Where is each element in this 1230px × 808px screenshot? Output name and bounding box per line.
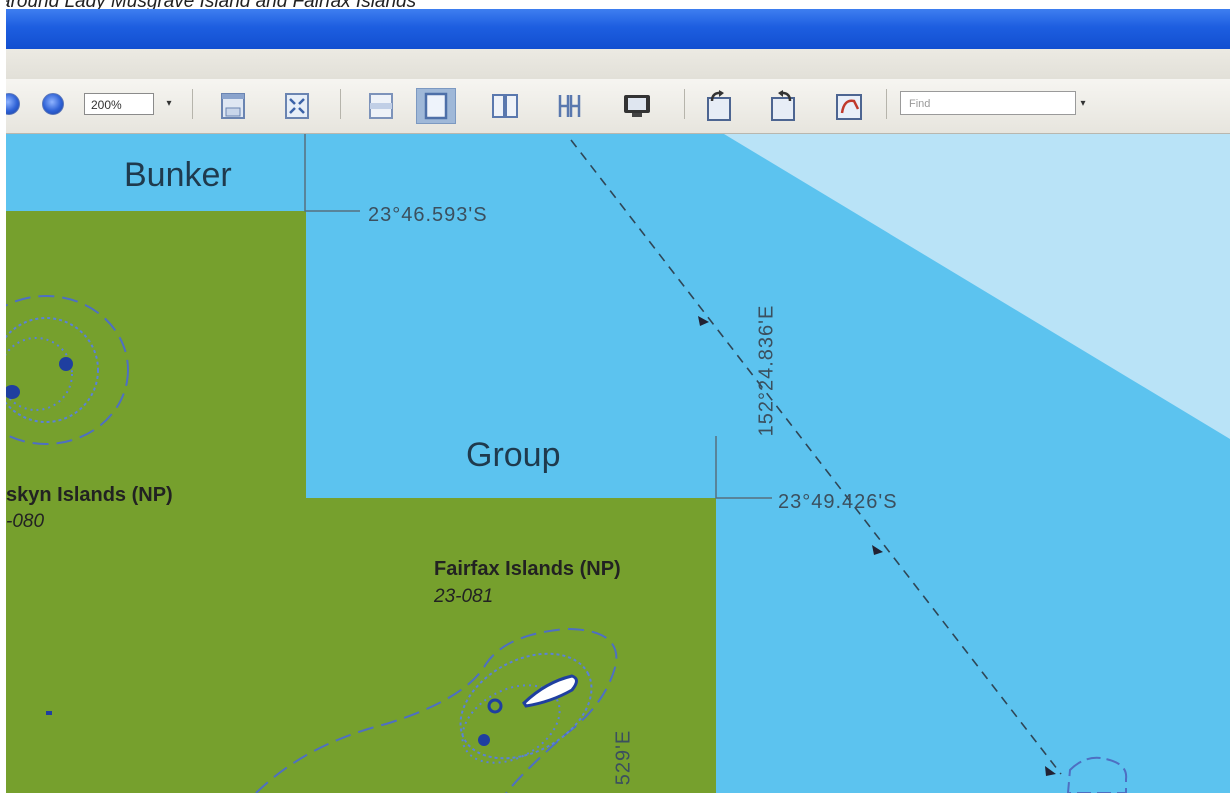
- latitude-label: 23°46.593'S: [368, 204, 488, 226]
- island-name-hoskyn: skyn Islands (NP): [6, 484, 173, 506]
- toolbar-separator: [340, 89, 341, 119]
- title-bar: [6, 9, 1230, 49]
- island-code-fairfax: 23-081: [434, 586, 494, 607]
- fit-window-icon[interactable]: [282, 91, 312, 121]
- actual-size-icon[interactable]: [366, 91, 396, 121]
- map-view: Bunker Group 23°46.593'S 23°49.426'S 152…: [6, 134, 1230, 793]
- toolbar-separator: [886, 89, 887, 119]
- island-dot: [59, 357, 73, 371]
- menu-bar: [6, 49, 1230, 79]
- island-dot: [46, 711, 52, 715]
- zoom-in-icon[interactable]: [42, 93, 64, 115]
- island-dot: [478, 734, 490, 746]
- window-left-edge: [0, 0, 6, 793]
- zoom-dropdown-arrow-icon[interactable]: ▾: [162, 93, 176, 115]
- latitude-label: 23°49.426'S: [778, 491, 898, 513]
- toolbar-separator: [192, 89, 193, 119]
- continuous-facing-icon[interactable]: [554, 91, 584, 121]
- rotate-right-icon[interactable]: [766, 89, 796, 121]
- zoom-level-field[interactable]: 200%: [84, 93, 154, 115]
- longitude-label: 152°24.836'E: [755, 304, 778, 437]
- find-input[interactable]: Find: [900, 91, 1076, 115]
- toolbar-separator: [684, 89, 685, 119]
- single-page-view-icon[interactable]: [416, 88, 456, 124]
- viewer-toolbar: 200% ▾ Find ▾: [0, 79, 1230, 134]
- single-page-fit-icon[interactable]: [218, 91, 248, 121]
- island-code-hoskyn: -080: [6, 511, 45, 532]
- island-name-fairfax: Fairfax Islands (NP): [434, 558, 621, 580]
- full-screen-icon[interactable]: [620, 91, 650, 121]
- page-rotate-icon[interactable]: [832, 89, 862, 120]
- find-dropdown-arrow-icon[interactable]: ▾: [1076, 93, 1090, 115]
- two-page-view-icon[interactable]: [490, 91, 520, 121]
- rotate-left-icon[interactable]: [702, 89, 732, 121]
- region-label-group: Group: [466, 436, 561, 474]
- map-canvas: [6, 134, 1230, 793]
- region-label-bunker: Bunker: [124, 156, 232, 194]
